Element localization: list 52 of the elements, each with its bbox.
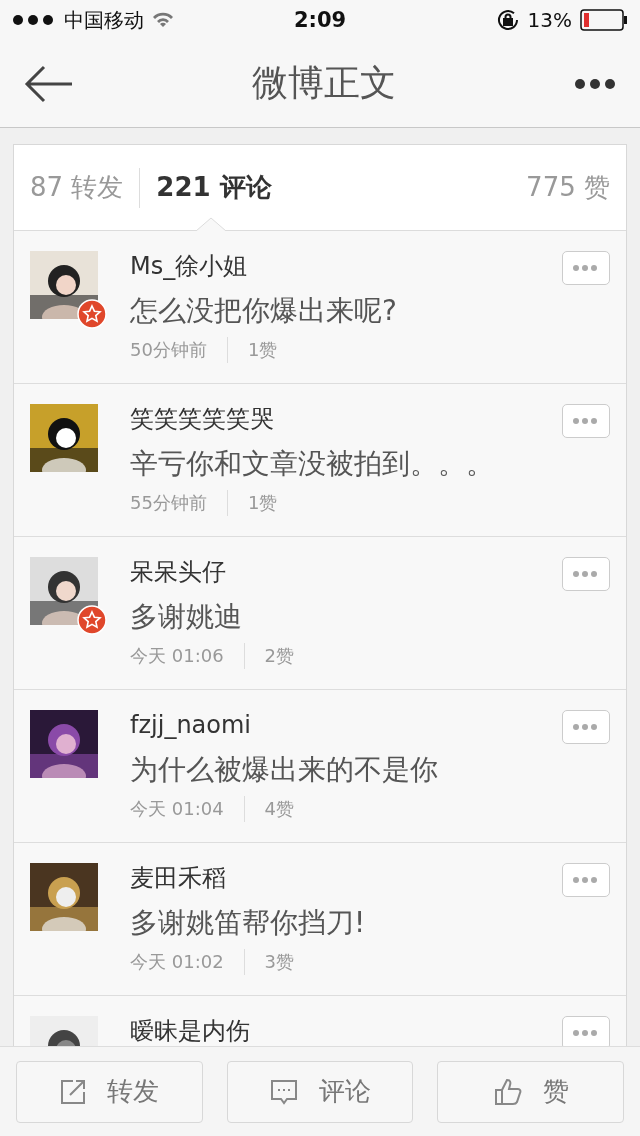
more-icon [572, 876, 600, 884]
clock-time: 2:09 [293, 8, 347, 32]
more-icon [572, 264, 600, 272]
comment-time: 今天 01:04 [130, 797, 224, 821]
comment-text: 怎么没把你爆出来呢? [130, 293, 398, 329]
more-icon [572, 417, 600, 425]
comment-text: 为什么被爆出来的不是你 [130, 752, 439, 788]
like-count[interactable]: 3赞 [264, 950, 295, 974]
share-icon [59, 1077, 88, 1106]
like-count[interactable]: 1赞 [247, 338, 278, 362]
tab[interactable]: 221 评论 [156, 145, 272, 230]
user-name[interactable]: Ms_徐小姐 [130, 251, 562, 281]
wifi-icon [152, 12, 174, 28]
more-button[interactable] [562, 1016, 610, 1046]
like-count[interactable]: 4赞 [264, 797, 295, 821]
tab[interactable]: 87 转发 [30, 145, 124, 230]
repost-button[interactable]: 转发 [16, 1060, 203, 1123]
signal-icon [12, 14, 56, 26]
more-button[interactable] [562, 251, 610, 285]
comment-text: 多谢姚迪 [130, 599, 243, 635]
like-button[interactable]: 赞 [437, 1060, 624, 1123]
user-name[interactable]: 麦田禾稻 [130, 863, 562, 893]
page-title: 微博正文 [252, 61, 396, 105]
battery-percent: 13% [527, 8, 572, 32]
thumbs-up-icon [492, 1076, 523, 1107]
comment-time: 今天 01:06 [130, 644, 224, 668]
more-icon [572, 570, 600, 578]
battery-icon [580, 9, 628, 31]
more-button[interactable] [562, 557, 610, 591]
more-icon [572, 723, 600, 731]
more-icon [574, 77, 618, 90]
like-count[interactable]: 1赞 [247, 491, 278, 515]
tab[interactable]: 775 赞 [526, 145, 610, 230]
user-name[interactable]: 呆呆头仔 [130, 557, 562, 587]
comment-icon [269, 1077, 299, 1106]
more-button[interactable] [562, 710, 610, 744]
comment-text: 多谢姚笛帮你挡刀! [130, 905, 367, 941]
comment-text: 辛亏你和文章没被拍到。。。 [130, 446, 495, 482]
like-count[interactable]: 2赞 [264, 644, 295, 668]
comment-time: 今天 01:02 [130, 950, 224, 974]
more-button[interactable] [562, 404, 610, 438]
back-icon[interactable] [24, 63, 74, 104]
comment-button[interactable]: 评论 [226, 1060, 414, 1123]
user-name[interactable]: 笑笑笑笑笑哭 [130, 404, 562, 434]
more-button[interactable] [562, 863, 610, 897]
comment-time: 55分钟前 [130, 491, 207, 515]
user-name[interactable]: 暧昧是内伤 [130, 1016, 562, 1046]
user-name[interactable]: fzjj_naomi [130, 710, 562, 740]
rotation-lock-icon [495, 8, 520, 32]
more-icon [572, 1029, 600, 1037]
carrier-name: 中国移动 [64, 6, 144, 34]
comment-time: 50分钟前 [130, 338, 207, 362]
